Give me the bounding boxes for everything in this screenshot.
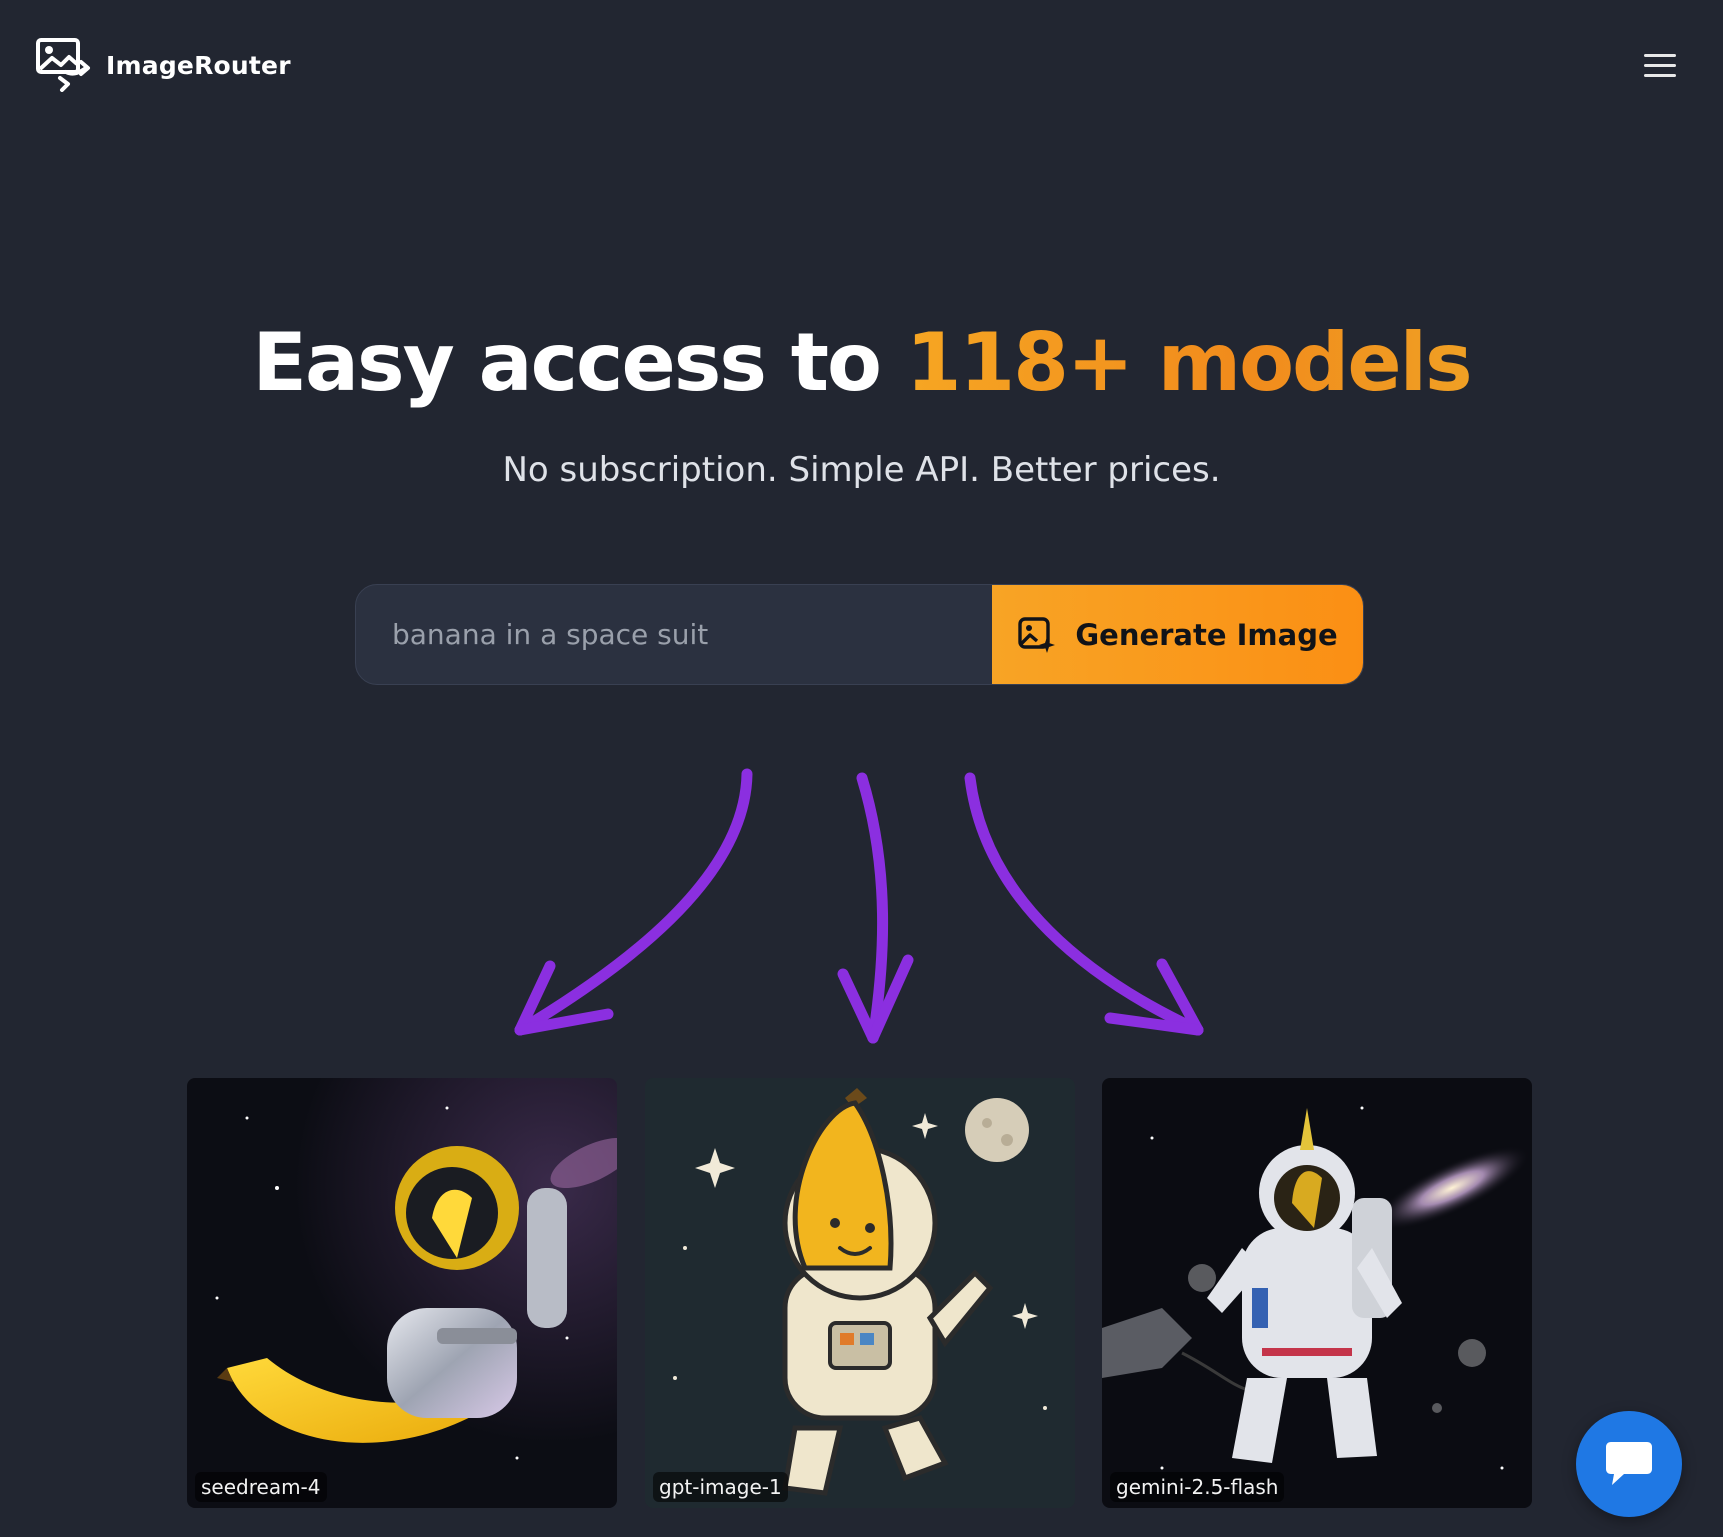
generate-image-label: Generate Image xyxy=(1075,617,1338,652)
hamburger-line xyxy=(1644,74,1676,77)
prompt-bar: Generate Image xyxy=(355,584,1364,685)
image-sparkle-icon xyxy=(1018,616,1056,653)
model-fanout-arrows xyxy=(514,768,1204,1044)
hamburger-menu-icon xyxy=(1644,54,1676,57)
center-arrow-head-a xyxy=(837,968,879,1044)
cartoon-banana-astronaut-image xyxy=(645,1078,1075,1508)
chat-widget-button[interactable] xyxy=(1576,1411,1682,1517)
hero-subtitle: No subscription. Simple API. Better pric… xyxy=(502,450,1221,490)
model-label: gemini-2.5-flash xyxy=(1110,1472,1285,1502)
landing-page: ImageRouter Easy access to 118+ models N… xyxy=(0,0,1723,1537)
gallery-card-seedream[interactable]: seedream-4 xyxy=(187,1078,617,1508)
chat-bubble-icon xyxy=(1606,1442,1652,1485)
image-route-icon xyxy=(36,38,90,92)
hamburger-line xyxy=(1644,64,1676,67)
generate-image-button[interactable]: Generate Image xyxy=(992,585,1363,684)
model-label: seedream-4 xyxy=(195,1472,327,1502)
banana-astronaut-photo xyxy=(187,1078,617,1508)
hero-title-highlight: 118+ models xyxy=(905,316,1473,409)
brand-name: ImageRouter xyxy=(106,50,291,80)
realistic-banana-astronaut-photo xyxy=(1102,1078,1532,1508)
site-header: ImageRouter xyxy=(0,0,1723,130)
center-arrow xyxy=(856,772,889,1044)
gallery-card-gemini[interactable]: gemini-2.5-flash xyxy=(1102,1078,1532,1508)
hero-title-prefix: Easy access to xyxy=(252,316,906,409)
hamburger-menu-button[interactable] xyxy=(1640,50,1680,82)
hero-title: Easy access to 118+ models xyxy=(0,315,1723,411)
model-label: gpt-image-1 xyxy=(653,1472,788,1502)
gallery-card-gpt-image[interactable]: gpt-image-1 xyxy=(645,1078,1075,1508)
right-arrow xyxy=(964,772,1204,1036)
brand-logo[interactable]: ImageRouter xyxy=(36,38,291,92)
left-arrow xyxy=(514,768,753,1036)
prompt-input[interactable] xyxy=(356,585,992,684)
